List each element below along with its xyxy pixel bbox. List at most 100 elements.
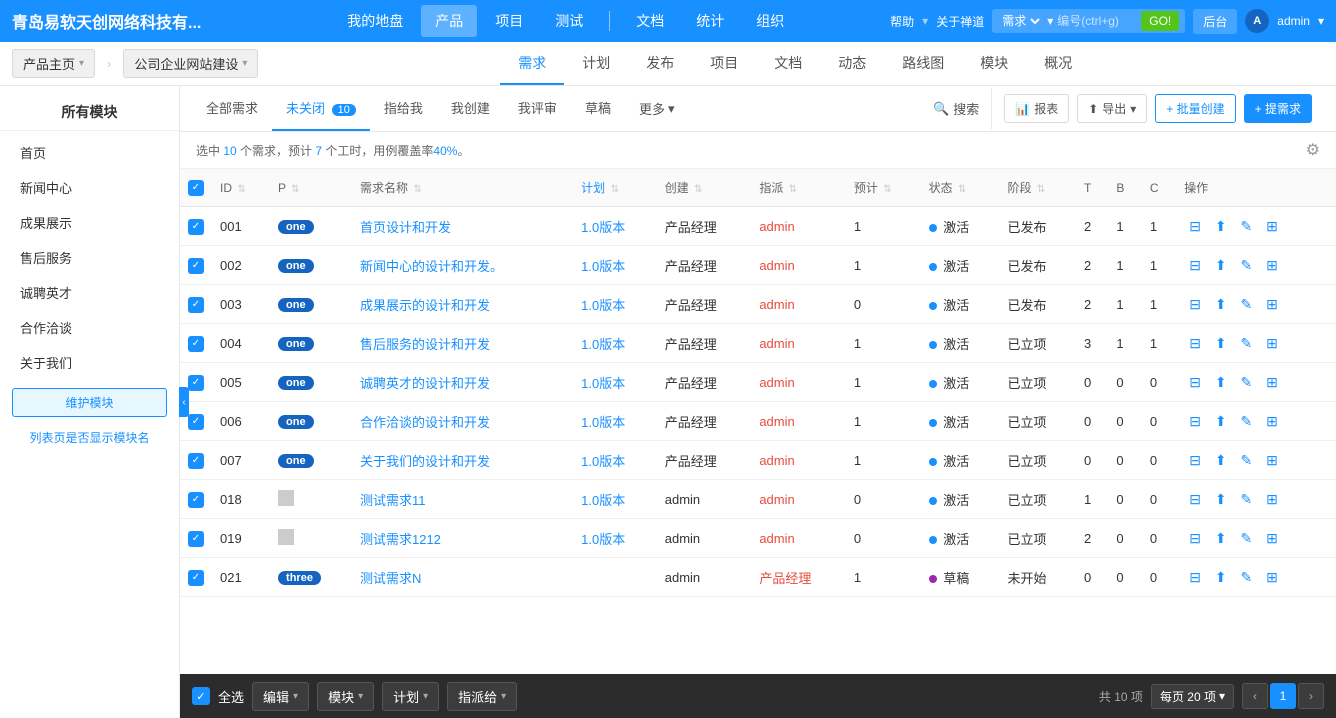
row-name[interactable]: 新闻中心的设计和开发。: [352, 246, 573, 285]
row-assign[interactable]: admin: [751, 207, 846, 246]
th-priority[interactable]: P ⇅: [270, 169, 352, 207]
nav-my-dashboard[interactable]: 我的地盘: [333, 5, 417, 37]
sidebar-item-service[interactable]: 售后服务: [0, 240, 179, 275]
row-plan[interactable]: 1.0版本: [573, 402, 657, 441]
row-checkbox-cell[interactable]: ✓: [180, 480, 212, 519]
row-name[interactable]: 售后服务的设计和开发: [352, 324, 573, 363]
batch-create-button[interactable]: + 批量创建: [1155, 94, 1235, 123]
nav-project[interactable]: 项目: [481, 5, 537, 37]
op-export-icon[interactable]: ⬆: [1210, 566, 1232, 588]
row-plan[interactable]: 1.0版本: [573, 207, 657, 246]
tab-requirements[interactable]: 需求: [500, 43, 564, 85]
know-zen-link[interactable]: 关于禅道: [936, 13, 984, 30]
row-plan[interactable]: 1.0版本: [573, 285, 657, 324]
op-copy-icon[interactable]: ⊟: [1184, 488, 1206, 510]
op-more-icon[interactable]: ⊞: [1261, 293, 1283, 315]
op-more-icon[interactable]: ⊞: [1261, 566, 1283, 588]
op-export-icon[interactable]: ⬆: [1210, 410, 1232, 432]
show-module-toggle[interactable]: 列表页是否显示模块名: [0, 425, 179, 450]
th-estimate[interactable]: 预计 ⇅: [846, 169, 921, 207]
filter-draft[interactable]: 草稿: [571, 86, 625, 131]
user-name[interactable]: admin: [1277, 14, 1310, 28]
op-export-icon[interactable]: ⬆: [1210, 332, 1232, 354]
row-checkbox-cell[interactable]: ✓: [180, 324, 212, 363]
op-copy-icon[interactable]: ⊟: [1184, 566, 1206, 588]
op-edit-icon[interactable]: ✎: [1235, 566, 1257, 588]
op-more-icon[interactable]: ⊞: [1261, 488, 1283, 510]
row-assign[interactable]: admin: [751, 480, 846, 519]
breadcrumb-project[interactable]: 公司企业网站建设 ▾: [123, 49, 258, 78]
op-edit-icon[interactable]: ✎: [1235, 410, 1257, 432]
row-checkbox[interactable]: ✓: [188, 258, 204, 274]
tab-project[interactable]: 项目: [692, 43, 756, 85]
quick-id-input[interactable]: [1057, 14, 1137, 28]
row-name[interactable]: 诚聘英才的设计和开发: [352, 363, 573, 402]
sidebar-toggle[interactable]: ‹: [179, 387, 189, 417]
row-checkbox[interactable]: ✓: [188, 297, 204, 313]
plan-button[interactable]: 计划 ▾: [382, 682, 439, 711]
breadcrumb-product[interactable]: 产品主页 ▾: [12, 49, 95, 78]
th-assign[interactable]: 指派 ⇅: [751, 169, 846, 207]
row-checkbox[interactable]: ✓: [188, 531, 204, 547]
row-plan[interactable]: 1.0版本: [573, 441, 657, 480]
quick-type-select[interactable]: 需求: [998, 13, 1043, 29]
nav-product[interactable]: 产品: [421, 5, 477, 37]
row-assign[interactable]: admin: [751, 324, 846, 363]
filter-all[interactable]: 全部需求: [192, 86, 272, 131]
op-edit-icon[interactable]: ✎: [1235, 293, 1257, 315]
sidebar-item-cooperation[interactable]: 合作洽谈: [0, 310, 179, 345]
select-all-checkbox[interactable]: ✓: [192, 687, 210, 705]
filter-open[interactable]: 未关闭 10: [272, 86, 370, 131]
op-more-icon[interactable]: ⊞: [1261, 410, 1283, 432]
op-more-icon[interactable]: ⊞: [1261, 332, 1283, 354]
nav-test[interactable]: 测试: [541, 5, 597, 37]
row-assign[interactable]: admin: [751, 519, 846, 558]
sidebar-item-about[interactable]: 关于我们: [0, 345, 179, 380]
row-assign[interactable]: admin: [751, 402, 846, 441]
op-copy-icon[interactable]: ⊟: [1184, 215, 1206, 237]
row-checkbox[interactable]: ✓: [188, 336, 204, 352]
sidebar-item-news[interactable]: 新闻中心: [0, 170, 179, 205]
op-more-icon[interactable]: ⊞: [1261, 449, 1283, 471]
report-button[interactable]: 📊 报表: [1004, 94, 1069, 123]
tab-docs[interactable]: 文档: [756, 43, 820, 85]
row-plan[interactable]: 1.0版本: [573, 519, 657, 558]
row-checkbox-cell[interactable]: ✓: [180, 285, 212, 324]
nav-org[interactable]: 组织: [742, 5, 798, 37]
filter-reviewed-by-me[interactable]: 我评审: [504, 86, 571, 131]
filter-more[interactable]: 更多 ▾: [625, 87, 689, 130]
settings-icon[interactable]: ⚙: [1306, 140, 1320, 160]
tab-plan[interactable]: 计划: [564, 43, 628, 85]
row-assign[interactable]: admin: [751, 441, 846, 480]
op-export-icon[interactable]: ⬆: [1210, 371, 1232, 393]
export-button[interactable]: ⬆ 导出 ▾: [1077, 94, 1147, 123]
page-1-button[interactable]: 1: [1270, 683, 1296, 709]
th-status[interactable]: 状态 ⇅: [921, 169, 1000, 207]
op-copy-icon[interactable]: ⊟: [1184, 293, 1206, 315]
row-name[interactable]: 关于我们的设计和开发: [352, 441, 573, 480]
sidebar-item-talent[interactable]: 诚聘英才: [0, 275, 179, 310]
backend-button[interactable]: 后台: [1193, 9, 1237, 34]
op-export-icon[interactable]: ⬆: [1210, 293, 1232, 315]
row-checkbox-cell[interactable]: ✓: [180, 441, 212, 480]
sidebar-item-home[interactable]: 首页: [0, 135, 179, 170]
sidebar-item-results[interactable]: 成果展示: [0, 205, 179, 240]
assign-button[interactable]: 指派给 ▾: [447, 682, 517, 711]
th-plan[interactable]: 计划 ⇅: [573, 169, 657, 207]
row-name[interactable]: 首页设计和开发: [352, 207, 573, 246]
op-edit-icon[interactable]: ✎: [1235, 449, 1257, 471]
row-checkbox-cell[interactable]: ✓: [180, 558, 212, 597]
module-button[interactable]: 模块 ▾: [317, 682, 374, 711]
op-edit-icon[interactable]: ✎: [1235, 332, 1257, 354]
op-edit-icon[interactable]: ✎: [1235, 371, 1257, 393]
row-checkbox[interactable]: ✓: [188, 492, 204, 508]
th-created[interactable]: 创建 ⇅: [657, 169, 752, 207]
op-export-icon[interactable]: ⬆: [1210, 215, 1232, 237]
op-copy-icon[interactable]: ⊟: [1184, 449, 1206, 471]
op-copy-icon[interactable]: ⊟: [1184, 332, 1206, 354]
th-stage[interactable]: 阶段 ⇅: [999, 169, 1076, 207]
th-name[interactable]: 需求名称 ⇅: [352, 169, 573, 207]
op-edit-icon[interactable]: ✎: [1235, 527, 1257, 549]
op-export-icon[interactable]: ⬆: [1210, 488, 1232, 510]
row-plan[interactable]: 1.0版本: [573, 363, 657, 402]
